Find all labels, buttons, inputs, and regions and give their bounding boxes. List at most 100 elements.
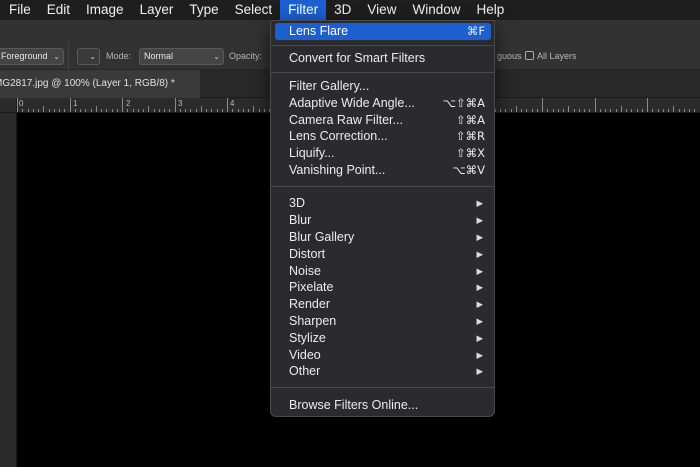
shortcut: ⇧⌘R [455, 129, 485, 143]
all-layers-checkbox[interactable] [525, 51, 534, 60]
menu-window[interactable]: Window [404, 0, 468, 20]
ruler-tick [668, 109, 669, 112]
submenu-blur[interactable]: Blur ▶ [275, 212, 491, 229]
blend-mode-select[interactable]: Normal ⌄ [139, 48, 224, 65]
ruler-tick [69, 98, 71, 112]
ruler-tick [137, 109, 139, 112]
submenu-blur-gallery[interactable]: Blur Gallery ▶ [275, 229, 491, 246]
submenu-video[interactable]: Video ▶ [275, 347, 491, 364]
ruler-tick [584, 109, 585, 112]
chevron-down-icon: ⌄ [53, 52, 60, 61]
ruler-origin[interactable] [0, 98, 17, 113]
ruler-tick [127, 109, 129, 112]
ruler-tick [505, 109, 507, 112]
menu-item-lens-flare[interactable]: Lens Flare ⌘F [275, 23, 491, 40]
ruler-tick [242, 109, 244, 112]
fill-source-value: Foreground [1, 51, 48, 61]
ruler-tick [536, 109, 538, 112]
ruler-tick [542, 98, 543, 112]
ruler-tick [631, 109, 633, 112]
ruler-tick [531, 109, 533, 112]
submenu-sharpen[interactable]: Sharpen ▶ [275, 313, 491, 330]
submenu-arrow-icon: ▶ [476, 366, 483, 376]
submenu-arrow-icon: ▶ [476, 333, 483, 343]
menu-item-convert-smart-filters[interactable]: Convert for Smart Filters [275, 50, 491, 67]
ruler-tick [200, 106, 202, 112]
ruler-tick [38, 109, 39, 112]
ruler-tick [148, 106, 150, 112]
contiguous-label: guous [497, 51, 522, 61]
menu-image[interactable]: Image [78, 0, 132, 20]
ruler-tick [568, 106, 570, 112]
menu-item-label: 3D [289, 196, 305, 210]
ruler-tick [652, 109, 654, 112]
menu-item-lens-correction[interactable]: Lens Correction... ⇧⌘R [275, 128, 491, 145]
ruler-tick [195, 109, 197, 112]
submenu-noise[interactable]: Noise ▶ [275, 263, 491, 280]
vertical-ruler[interactable] [0, 98, 17, 467]
menu-item-filter-gallery[interactable]: Filter Gallery... [275, 78, 491, 95]
menu-type[interactable]: Type [181, 0, 226, 20]
document-tab[interactable]: MG2817.jpg @ 100% (Layer 1, RGB/8) * [0, 70, 200, 98]
ruler-tick [227, 98, 228, 112]
menu-view[interactable]: View [359, 0, 404, 20]
menu-separator [271, 387, 494, 388]
ruler-tick [683, 109, 685, 112]
ruler-tick [662, 109, 664, 112]
ruler-tick [673, 106, 675, 112]
ruler-tick [169, 109, 171, 112]
menu-item-label: Other [289, 364, 321, 378]
ruler-tick [599, 109, 601, 112]
ruler-tick [258, 109, 260, 112]
menu-file[interactable]: File [0, 0, 39, 20]
ruler-tick [95, 106, 97, 112]
submenu-stylize[interactable]: Stylize ▶ [275, 330, 491, 347]
ruler-tick [22, 109, 24, 112]
ruler-tick [615, 109, 617, 112]
submenu-pixelate[interactable]: Pixelate ▶ [275, 279, 491, 296]
menu-3d[interactable]: 3D [326, 0, 359, 20]
pattern-picker[interactable]: ⌄ [77, 48, 100, 65]
menu-item-label: Lens Correction... [289, 129, 388, 143]
ruler-tick [589, 109, 591, 112]
document-tab-title: MG2817.jpg @ 100% (Layer 1, RGB/8) * [0, 78, 175, 89]
shortcut: ⇧⌘X [455, 146, 485, 160]
ruler-tick [101, 109, 102, 112]
shortcut: ⌥⇧⌘A [442, 96, 485, 110]
submenu-other[interactable]: Other ▶ [275, 363, 491, 380]
menu-separator [271, 72, 494, 73]
ruler-tick [48, 109, 50, 112]
ruler-tick [32, 109, 34, 112]
ruler-number: 1 [73, 99, 78, 108]
ruler-tick [90, 109, 92, 112]
ruler-tick [185, 109, 186, 112]
menu-item-label: Camera Raw Filter... [289, 113, 403, 127]
fill-source-select[interactable]: Foreground ⌄ [0, 48, 64, 65]
ruler-tick [116, 109, 118, 112]
submenu-render[interactable]: Render ▶ [275, 296, 491, 313]
shortcut: ⇧⌘A [455, 113, 485, 127]
opacity-label: Opacity: [229, 51, 263, 61]
menu-help[interactable]: Help [468, 0, 512, 20]
ruler-tick [248, 109, 249, 112]
menu-item-adaptive-wide-angle[interactable]: Adaptive Wide Angle... ⌥⇧⌘A [275, 95, 491, 112]
submenu-arrow-icon: ▶ [476, 266, 483, 276]
menu-item-vanishing-point[interactable]: Vanishing Point... ⌥⌘V [275, 162, 491, 179]
ruler-tick [626, 109, 627, 112]
ruler-number: 4 [230, 99, 235, 108]
submenu-3d[interactable]: 3D ▶ [275, 195, 491, 212]
menu-item-liquify[interactable]: Liquify... ⇧⌘X [275, 145, 491, 162]
menu-item-label: Pixelate [289, 280, 334, 294]
menu-layer[interactable]: Layer [132, 0, 182, 20]
menu-item-label: Sharpen [289, 314, 337, 328]
ruler-tick [132, 109, 134, 112]
filter-menu: Lens Flare ⌘F Convert for Smart Filters … [270, 20, 495, 417]
menu-edit[interactable]: Edit [39, 0, 78, 20]
ruler-tick [53, 109, 55, 112]
blend-mode-value: Normal [144, 51, 174, 61]
menu-select[interactable]: Select [227, 0, 281, 20]
menu-item-browse-filters-online[interactable]: Browse Filters Online... [275, 397, 491, 414]
submenu-distort[interactable]: Distort ▶ [275, 246, 491, 263]
menu-filter[interactable]: Filter [280, 0, 327, 20]
menu-item-camera-raw-filter[interactable]: Camera Raw Filter... ⇧⌘A [275, 112, 491, 129]
